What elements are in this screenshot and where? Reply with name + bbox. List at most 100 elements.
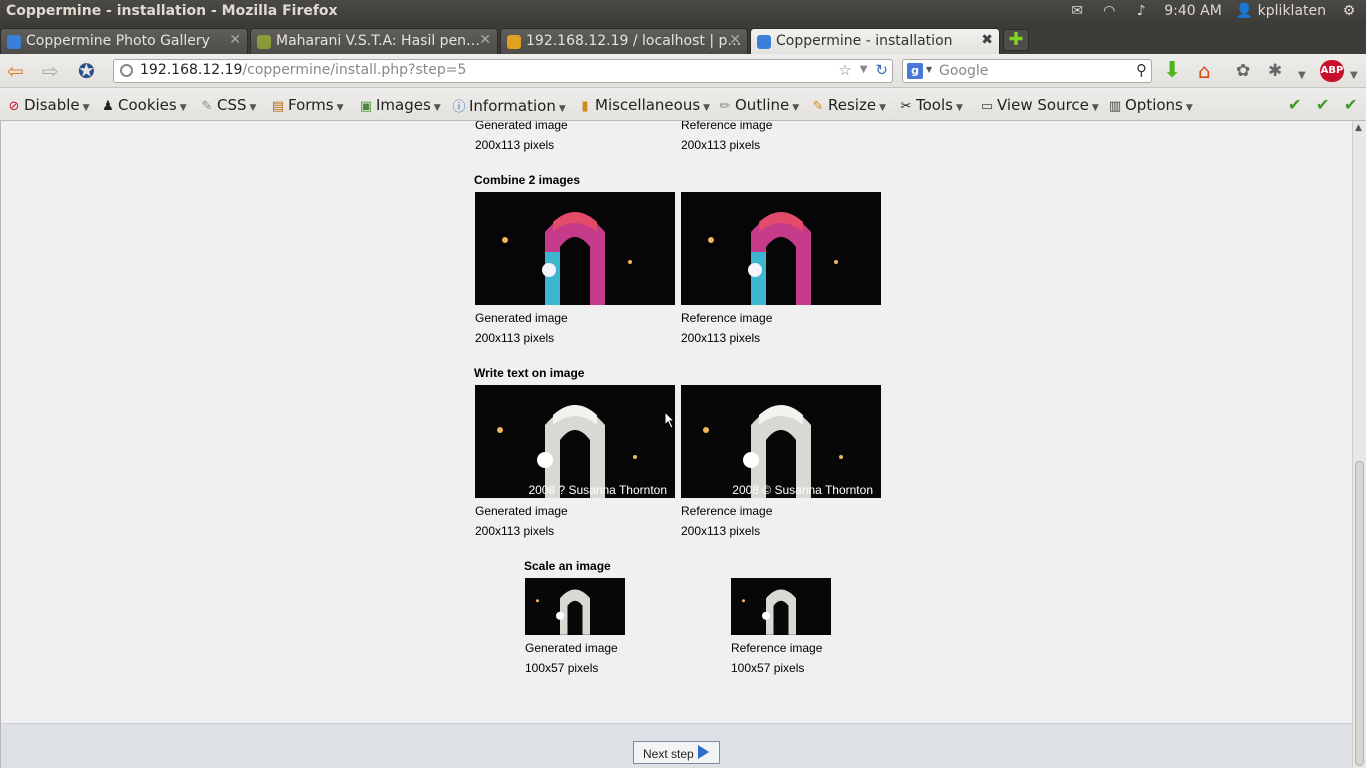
coppermine-favicon-icon xyxy=(7,35,21,49)
top-generated-label: Generated image xyxy=(475,121,568,132)
combine-generated-size: 200x113 pixels xyxy=(475,331,555,345)
firebug-icon[interactable]: ✱ xyxy=(1268,59,1282,83)
navigation-toolbar: ⇦ ⇨ ✪ 192.168.12.19/coppermine/install.p… xyxy=(0,54,1366,88)
phpmyadmin-favicon-icon xyxy=(507,35,521,49)
scrollbar-thumb[interactable] xyxy=(1355,461,1364,766)
addon-icon[interactable]: ✿ xyxy=(1236,59,1250,83)
tab-label: Coppermine - installation xyxy=(776,33,953,49)
css-valid-check-icon[interactable]: ✔ xyxy=(1288,95,1301,114)
google-engine-icon[interactable]: g xyxy=(907,63,923,79)
writetext-reference-image: 2008 © Susanna Thornton xyxy=(681,385,881,498)
scale-generated-label: Generated image xyxy=(525,641,618,655)
engine-dropdown-icon[interactable]: ▼ xyxy=(926,65,932,74)
combine-generated-image xyxy=(475,192,675,305)
scroll-up-icon[interactable]: ▲ xyxy=(1355,123,1362,133)
clock[interactable]: 9:40 AM xyxy=(1164,3,1222,19)
site-identity-icon[interactable] xyxy=(120,64,133,77)
generated-copyright-overlay: 2008 ? Susanna Thornton xyxy=(528,483,667,497)
search-bar[interactable]: g ▼ Google ⚲ xyxy=(902,59,1152,83)
web-developer-toolbar: ⊘ Disable ▼ ♟ Cookies ▼ ✎ CSS ▼ ▤ Forms ▼ ▣ Image… xyxy=(0,88,1366,121)
dev-menu-disable[interactable]: ⊘ Disable ▼ xyxy=(6,96,90,114)
tab-coppermine-gallery[interactable]: Coppermine Photo Gallery ✕ xyxy=(0,28,248,54)
cookies-icon: ♟ xyxy=(102,99,114,114)
dev-menu-information[interactable]: ⓘ Information ▼ xyxy=(451,96,565,115)
dev-menu-cookies[interactable]: ♟ Cookies ▼ xyxy=(100,96,186,114)
page-scrollbar[interactable]: ▲ xyxy=(1352,121,1366,768)
writetext-reference-label: Reference image xyxy=(681,504,773,518)
outline-pencil-icon: ✏ xyxy=(719,99,731,114)
dev-menu-forms[interactable]: ▤ Forms ▼ xyxy=(270,96,344,114)
wifi-icon[interactable]: ◠ xyxy=(1100,3,1118,19)
scale-reference-label: Reference image xyxy=(731,641,823,655)
top-reference-label: Reference image xyxy=(681,121,773,132)
mail-icon[interactable]: ✉ xyxy=(1068,3,1086,19)
dev-menu-images[interactable]: ▣ Images ▼ xyxy=(358,96,441,114)
reload-icon[interactable]: ↻ xyxy=(875,61,888,79)
top-generated-size: 200x113 pixels xyxy=(475,138,555,152)
dev-menu-css[interactable]: ✎ CSS ▼ xyxy=(199,96,257,114)
window-title: Coppermine - installation - Mozilla Fire… xyxy=(6,3,338,19)
combine-reference-image xyxy=(681,192,881,305)
footer-band: Next step xyxy=(1,723,1353,768)
url-dropdown-icon[interactable]: ▼ xyxy=(860,61,868,79)
writetext-generated-size: 200x113 pixels xyxy=(475,524,555,538)
gear-icon[interactable]: ⚙ xyxy=(1340,3,1358,19)
url-host: 192.168.12.19 xyxy=(140,62,243,78)
close-icon[interactable]: ✕ xyxy=(479,32,491,48)
js-valid-check-icon[interactable]: ✔ xyxy=(1344,95,1357,114)
dev-menu-outline[interactable]: ✏ Outline ▼ xyxy=(717,96,800,114)
information-icon: ⓘ xyxy=(452,100,466,115)
user-menu[interactable]: 👤 kpliklaten xyxy=(1236,3,1326,19)
combine-reference-size: 200x113 pixels xyxy=(681,331,761,345)
user-name: kpliklaten xyxy=(1257,3,1326,19)
search-placeholder: Google xyxy=(939,63,989,79)
volume-icon[interactable]: ♪ xyxy=(1132,3,1150,19)
dev-menu-resize[interactable]: ✎ Resize ▼ xyxy=(810,96,886,114)
home-icon[interactable]: ⌂ xyxy=(1198,59,1211,83)
dev-menu-tools[interactable]: ✂ Tools ▼ xyxy=(898,96,963,114)
url-bar[interactable]: 192.168.12.19/coppermine/install.php?ste… xyxy=(113,59,893,83)
close-icon[interactable]: ✕ xyxy=(229,32,241,48)
search-icon[interactable]: ⚲ xyxy=(1136,61,1147,79)
url-path: /coppermine/install.php?step=5 xyxy=(242,62,467,78)
close-icon[interactable]: ✕ xyxy=(729,32,741,48)
combine-generated-label: Generated image xyxy=(475,311,568,325)
resize-pencil-icon: ✎ xyxy=(812,99,824,114)
options-icon: ▥ xyxy=(1108,99,1122,114)
tab-maharani[interactable]: Maharani V.S.T.A: Hasil pen… ✕ xyxy=(250,28,498,54)
back-arrow-icon[interactable]: ⇦ xyxy=(7,59,24,83)
close-icon[interactable]: ✖ xyxy=(981,32,993,48)
tab-strip: Coppermine Photo Gallery ✕ Maharani V.S.… xyxy=(0,25,1366,54)
new-tab-button[interactable]: ✚ xyxy=(1003,29,1029,51)
bookmark-star-icon[interactable]: ☆ xyxy=(838,61,851,79)
forms-icon: ▤ xyxy=(271,99,285,114)
writetext-generated-image: 2008 ? Susanna Thornton xyxy=(475,385,675,498)
coppermine-favicon-icon xyxy=(757,35,771,49)
scale-reference-size: 100x57 pixels xyxy=(731,661,805,675)
forward-arrow-icon[interactable]: ⇨ xyxy=(42,59,59,83)
tab-phpmyadmin[interactable]: 192.168.12.19 / localhost | p… ✕ xyxy=(500,28,748,54)
scale-section-title: Scale an image xyxy=(524,559,611,573)
dev-menu-miscellaneous[interactable]: ▮ Miscellaneous ▼ xyxy=(577,96,710,114)
dev-menu-options[interactable]: ▥ Options ▼ xyxy=(1107,96,1193,114)
disable-icon: ⊘ xyxy=(8,99,20,114)
scale-generated-size: 100x57 pixels xyxy=(525,661,599,675)
next-step-button[interactable]: Next step xyxy=(633,741,720,764)
adblock-icon[interactable]: ABP xyxy=(1320,60,1344,82)
tab-label: Coppermine Photo Gallery xyxy=(26,33,210,49)
html-valid-check-icon[interactable]: ✔ xyxy=(1316,95,1329,114)
scale-generated-image xyxy=(525,578,625,635)
system-tray: ✉ ◠ ♪ 9:40 AM 👤 kpliklaten ⚙ xyxy=(1068,3,1358,19)
download-icon[interactable]: ⬇ xyxy=(1163,59,1181,83)
writetext-section-title: Write text on image xyxy=(474,366,585,380)
blog-favicon-icon xyxy=(257,35,271,49)
firebug-dropdown-icon[interactable]: ▼ xyxy=(1298,64,1306,88)
window-titlebar: Coppermine - installation - Mozilla Fire… xyxy=(0,0,1366,25)
mouse-cursor-icon xyxy=(664,411,676,429)
tab-coppermine-installation[interactable]: Coppermine - installation ✖ xyxy=(750,28,1000,54)
dev-menu-view-source[interactable]: ▭ View Source ▼ xyxy=(979,96,1099,114)
top-reference-size: 200x113 pixels xyxy=(681,138,761,152)
view-source-icon: ▭ xyxy=(980,99,994,114)
webdev-logo-icon[interactable]: ✪ xyxy=(78,59,95,83)
adblock-dropdown-icon[interactable]: ▼ xyxy=(1350,64,1358,88)
